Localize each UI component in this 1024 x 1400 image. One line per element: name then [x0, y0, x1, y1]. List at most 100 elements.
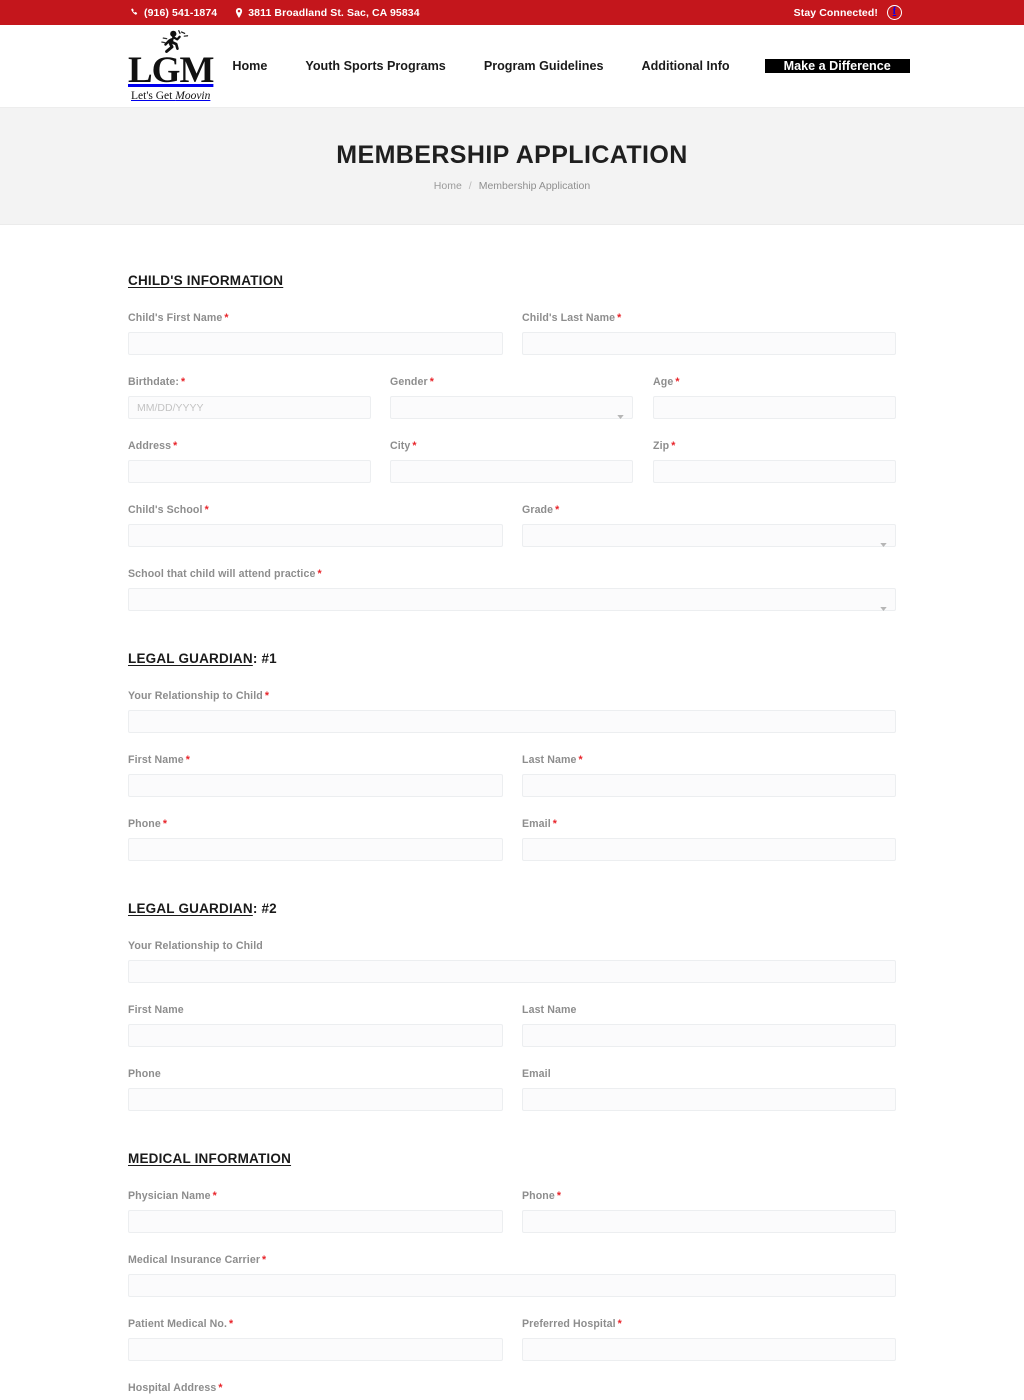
form-row-practice-school: School that child will attend practice *	[128, 568, 896, 611]
field-guardian1-last-name: Last Name *	[522, 754, 896, 797]
make-a-difference-button[interactable]: Make a Difference	[764, 59, 910, 73]
section-heading-legal-guardian-1: LEGAL GUARDIAN: #1	[128, 651, 277, 666]
field-child-last-name: Child's Last Name *	[522, 312, 896, 355]
form-row-guardian1-name: First Name * Last Name *	[128, 754, 896, 797]
guardian2-relationship-input[interactable]	[128, 960, 896, 983]
label-guardian2-last-name: Last Name	[522, 1004, 577, 1016]
nav-item-additional-info[interactable]: Additional Info	[622, 59, 748, 73]
guardian2-phone-input[interactable]	[128, 1088, 503, 1111]
label-child-first-name: Child's First Name *	[128, 312, 229, 324]
field-address: Address *	[128, 440, 371, 483]
field-guardian1-relationship: Your Relationship to Child *	[128, 690, 896, 733]
guardian2-first-name-input[interactable]	[128, 1024, 503, 1047]
form-row-guardian2-name: First Name Last Name	[128, 1004, 896, 1047]
nav-item-program-guidelines[interactable]: Program Guidelines	[465, 59, 623, 73]
child-first-name-input[interactable]	[128, 332, 503, 355]
label-birthdate: Birthdate: *	[128, 376, 186, 388]
label-guardian2-phone: Phone	[128, 1068, 161, 1080]
page-title: MEMBERSHIP APPLICATION	[336, 140, 688, 169]
form-row-guardian1-contact: Phone * Email *	[128, 818, 896, 861]
child-school-input[interactable]	[128, 524, 503, 547]
form-row-address-city-zip: Address * City * Zip *	[128, 440, 896, 483]
field-gender: Gender *	[390, 376, 633, 419]
site-logo[interactable]: LGM Let's Get Moovin	[128, 30, 214, 102]
membership-application-form: CHILD'S INFORMATION Child's First Name * …	[128, 225, 896, 1400]
label-insurance-carrier: Medical Insurance Carrier *	[128, 1254, 267, 1266]
label-age: Age *	[653, 376, 680, 388]
nav-item-home[interactable]: Home	[213, 59, 286, 73]
field-patient-medical-no: Patient Medical No. *	[128, 1318, 503, 1361]
child-last-name-input[interactable]	[522, 332, 896, 355]
practice-school-select[interactable]	[128, 588, 896, 611]
form-row-birthdate-gender-age: Birthdate:* Gender* Age*	[128, 376, 896, 419]
field-practice-school: School that child will attend practice *	[128, 568, 896, 611]
patient-medical-no-input[interactable]	[128, 1338, 503, 1361]
form-row-medical-no-hospital: Patient Medical No. * Preferred Hospital *	[128, 1318, 896, 1361]
phone-number: (916) 541-1874	[144, 6, 218, 19]
breadcrumb-current: Membership Application	[478, 179, 591, 192]
guardian1-relationship-input[interactable]	[128, 710, 896, 733]
address-contact[interactable]: 3811 Broadland St. Sac, CA 95834	[235, 6, 420, 19]
field-physician-name: Physician Name *	[128, 1190, 503, 1233]
grade-select[interactable]	[522, 524, 896, 547]
breadcrumb: Home / Membership Application	[434, 180, 590, 192]
physician-phone-input[interactable]	[522, 1210, 896, 1233]
section-heading-child-information: CHILD'S INFORMATION	[128, 273, 284, 288]
form-row-hospital-address: Hospital Address *	[128, 1382, 896, 1400]
facebook-icon[interactable]: f	[887, 5, 902, 20]
label-practice-school: School that child will attend practice *	[128, 568, 322, 580]
insurance-carrier-input[interactable]	[128, 1274, 896, 1297]
label-guardian2-email: Email	[522, 1068, 551, 1080]
label-guardian1-relationship: Your Relationship to Child *	[128, 690, 270, 702]
form-row-school-grade: Child's School * Grade *	[128, 504, 896, 547]
phone-contact[interactable]: (916) 541-1874	[130, 7, 217, 19]
field-guardian2-email: Email	[522, 1068, 896, 1111]
breadcrumb-separator: /	[468, 179, 472, 192]
guardian1-phone-input[interactable]	[128, 838, 503, 861]
label-guardian1-first-name: First Name *	[128, 754, 190, 766]
zip-input[interactable]	[653, 460, 896, 483]
site-header: LGM Let's Get Moovin Home Youth Sports P…	[0, 25, 1024, 108]
field-insurance-carrier: Medical Insurance Carrier *	[128, 1254, 896, 1297]
field-guardian2-phone: Phone	[128, 1068, 503, 1111]
label-guardian1-email: Email *	[522, 818, 557, 830]
address-text: 3811 Broadland St. Sac, CA 95834	[248, 6, 420, 19]
gender-select[interactable]	[390, 396, 633, 419]
field-guardian1-first-name: First Name *	[128, 754, 503, 797]
label-city: City *	[390, 440, 417, 452]
topbar-social-group: Stay Connected! f	[794, 5, 902, 20]
birthdate-input[interactable]	[128, 396, 371, 419]
label-child-school: Child's School *	[128, 504, 209, 516]
stay-connected-label: Stay Connected!	[793, 6, 878, 19]
age-input[interactable]	[653, 396, 896, 419]
label-guardian2-first-name: First Name	[128, 1004, 184, 1016]
location-pin-icon	[235, 7, 243, 18]
form-row-guardian1-relationship: Your Relationship to Child *	[128, 690, 896, 733]
label-physician-phone: Phone *	[522, 1190, 562, 1202]
label-guardian1-phone: Phone *	[128, 818, 168, 830]
guardian2-email-input[interactable]	[522, 1088, 896, 1111]
label-physician-name: Physician Name *	[128, 1190, 217, 1202]
city-input[interactable]	[390, 460, 633, 483]
form-row-physician: Physician Name * Phone *	[128, 1190, 896, 1233]
physician-name-input[interactable]	[128, 1210, 503, 1233]
form-row-insurance-carrier: Medical Insurance Carrier *	[128, 1254, 896, 1297]
main-navigation: Home Youth Sports Programs Program Guide…	[213, 59, 910, 73]
label-patient-medical-no: Patient Medical No. *	[128, 1318, 234, 1330]
preferred-hospital-input[interactable]	[522, 1338, 896, 1361]
form-row-guardian2-contact: Phone Email	[128, 1068, 896, 1111]
field-zip: Zip *	[653, 440, 896, 483]
address-input[interactable]	[128, 460, 371, 483]
guardian1-last-name-input[interactable]	[522, 774, 896, 797]
logo-wordmark: LGM	[128, 50, 214, 92]
form-row-guardian2-relationship: Your Relationship to Child	[128, 940, 896, 983]
breadcrumb-home[interactable]: Home	[434, 180, 462, 192]
field-guardian1-phone: Phone *	[128, 818, 503, 861]
guardian1-email-input[interactable]	[522, 838, 896, 861]
field-guardian2-relationship: Your Relationship to Child	[128, 940, 896, 983]
top-utility-bar: (916) 541-1874 3811 Broadland St. Sac, C…	[0, 0, 1024, 25]
guardian2-last-name-input[interactable]	[522, 1024, 896, 1047]
guardian1-first-name-input[interactable]	[128, 774, 503, 797]
label-grade: Grade *	[522, 504, 560, 516]
nav-item-youth-sports-programs[interactable]: Youth Sports Programs	[286, 59, 464, 73]
